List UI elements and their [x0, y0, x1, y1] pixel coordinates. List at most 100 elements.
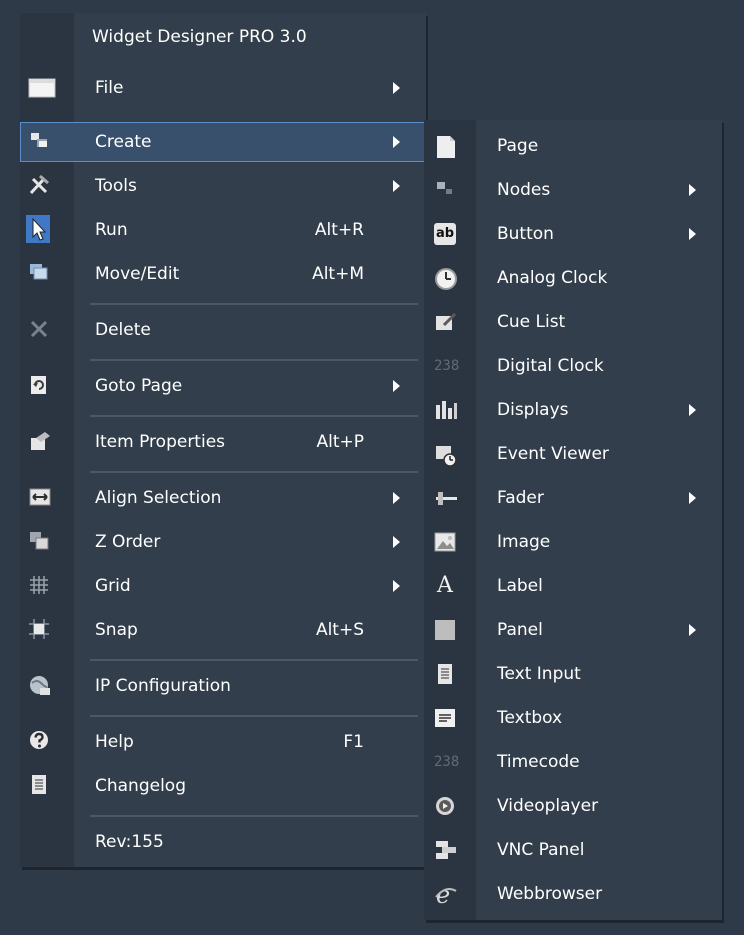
- menu-separator: [90, 359, 418, 361]
- shortcut-label: Alt+M: [312, 264, 364, 284]
- submenu-item-label-widget[interactable]: A Label: [424, 566, 722, 606]
- submenu-item-nodes[interactable]: Nodes: [424, 170, 722, 210]
- menu-item-label: Goto Page: [95, 376, 183, 396]
- submenu-item-label: Panel: [497, 620, 543, 640]
- menu-separator: [90, 303, 418, 305]
- menu-item-goto-page[interactable]: Goto Page: [20, 366, 426, 406]
- nodes-icon: [434, 179, 456, 201]
- menu-item-label: Create: [95, 132, 152, 152]
- submenu-item-label: Label: [497, 576, 543, 596]
- submenu-item-fader[interactable]: Fader: [424, 478, 722, 518]
- menu-item-align-selection[interactable]: Align Selection: [20, 478, 426, 518]
- button-ab-icon: ab: [434, 223, 456, 245]
- menu-separator: [90, 471, 418, 473]
- submenu-item-cue-list[interactable]: Cue List: [424, 302, 722, 342]
- revision-label: Rev:155: [20, 822, 426, 862]
- submenu-item-label: Textbox: [497, 708, 563, 728]
- submenu-item-label: Digital Clock: [497, 356, 604, 376]
- timecode-icon: 238: [434, 754, 460, 770]
- menu-item-create[interactable]: Create: [20, 122, 426, 162]
- submenu-item-textbox[interactable]: Textbox: [424, 698, 722, 738]
- submenu-item-page[interactable]: Page: [424, 126, 722, 166]
- shortcut-label: Alt+S: [315, 620, 364, 640]
- menu-item-label: Changelog: [95, 776, 187, 796]
- submenu-item-analog-clock[interactable]: Analog Clock: [424, 258, 722, 298]
- page-icon: [434, 135, 456, 158]
- submenu-item-label: Button: [497, 224, 554, 244]
- menu-item-run[interactable]: Run Alt+R: [20, 210, 426, 250]
- submenu-arrow-icon: [393, 580, 400, 592]
- menu-item-label: Delete: [95, 320, 151, 340]
- submenu-item-text-input[interactable]: Text Input: [424, 654, 722, 694]
- main-menu: Widget Designer PRO 3.0 File Create Tool…: [20, 13, 426, 867]
- digital-clock-icon: 238: [434, 358, 460, 374]
- image-icon: [434, 531, 456, 553]
- submenu-arrow-icon: [393, 380, 400, 392]
- menu-item-label: Move/Edit: [95, 264, 180, 284]
- menu-item-label: Align Selection: [95, 488, 222, 508]
- submenu-item-image[interactable]: Image: [424, 522, 722, 562]
- submenu-item-label: Text Input: [497, 664, 581, 684]
- menu-item-label: File: [95, 78, 124, 98]
- menu-item-changelog[interactable]: Changelog: [20, 766, 426, 806]
- submenu-item-vnc-panel[interactable]: VNC Panel: [424, 830, 722, 870]
- menu-item-label: Grid: [95, 576, 131, 596]
- submenu-item-event-viewer[interactable]: Event Viewer: [424, 434, 722, 474]
- submenu-item-videoplayer[interactable]: Videoplayer: [424, 786, 722, 826]
- submenu-item-label: Timecode: [497, 752, 580, 772]
- menu-item-ip-configuration[interactable]: IP Configuration: [20, 666, 426, 706]
- menu-item-file[interactable]: File: [20, 68, 426, 108]
- submenu-item-label: VNC Panel: [497, 840, 585, 860]
- menu-item-label: IP Configuration: [95, 676, 231, 696]
- submenu-arrow-icon: [689, 624, 696, 636]
- document-icon: [28, 774, 50, 796]
- submenu-item-button[interactable]: ab Button: [424, 214, 722, 254]
- shortcut-label: F1: [343, 732, 364, 752]
- videoplayer-icon: [434, 795, 456, 817]
- displays-icon: [434, 399, 457, 421]
- move-edit-icon: [28, 262, 50, 284]
- submenu-item-label: Event Viewer: [497, 444, 609, 464]
- submenu-arrow-icon: [393, 82, 400, 94]
- cue-list-icon: [434, 311, 457, 333]
- menu-item-help[interactable]: Help F1: [20, 722, 426, 762]
- menu-item-label: Z Order: [95, 532, 161, 552]
- submenu-item-label: Cue List: [497, 312, 566, 332]
- submenu-item-label: Nodes: [497, 180, 551, 200]
- submenu-item-label: Image: [497, 532, 551, 552]
- text-input-icon: [434, 663, 456, 685]
- submenu-item-label: Videoplayer: [497, 796, 599, 816]
- menu-item-move-edit[interactable]: Move/Edit Alt+M: [20, 254, 426, 294]
- tools-icon: [28, 174, 50, 196]
- menu-item-snap[interactable]: Snap Alt+S: [20, 610, 426, 650]
- webbrowser-icon: e: [434, 881, 457, 909]
- textbox-icon: [434, 707, 456, 729]
- submenu-arrow-icon: [393, 136, 400, 148]
- menu-item-item-properties[interactable]: Item Properties Alt+P: [20, 422, 426, 462]
- revision-text: Rev:155: [95, 832, 164, 852]
- menu-item-z-order[interactable]: Z Order: [20, 522, 426, 562]
- globe-network-icon: [28, 674, 50, 696]
- submenu-item-panel[interactable]: Panel: [424, 610, 722, 650]
- align-selection-icon: [28, 486, 51, 508]
- help-icon: [28, 730, 50, 752]
- menu-separator: [90, 715, 418, 717]
- event-viewer-icon: [434, 443, 457, 467]
- submenu-arrow-icon: [393, 536, 400, 548]
- menu-item-delete[interactable]: Delete: [20, 310, 426, 350]
- clock-icon: [434, 267, 457, 290]
- submenu-item-label: Webbrowser: [497, 884, 603, 904]
- submenu-item-digital-clock[interactable]: 238 Digital Clock: [424, 346, 722, 386]
- submenu-arrow-icon: [689, 228, 696, 240]
- menu-item-tools[interactable]: Tools: [20, 166, 426, 206]
- submenu-item-timecode[interactable]: 238 Timecode: [424, 742, 722, 782]
- submenu-item-webbrowser[interactable]: e Webbrowser: [424, 874, 722, 914]
- submenu-item-displays[interactable]: Displays: [424, 390, 722, 430]
- submenu-arrow-icon: [689, 404, 696, 416]
- shortcut-label: Alt+R: [314, 220, 364, 240]
- menu-item-label: Run: [95, 220, 128, 240]
- menu-separator: [90, 659, 418, 661]
- menu-item-label: Item Properties: [95, 432, 226, 452]
- panel-icon: [434, 619, 456, 641]
- menu-item-grid[interactable]: Grid: [20, 566, 426, 606]
